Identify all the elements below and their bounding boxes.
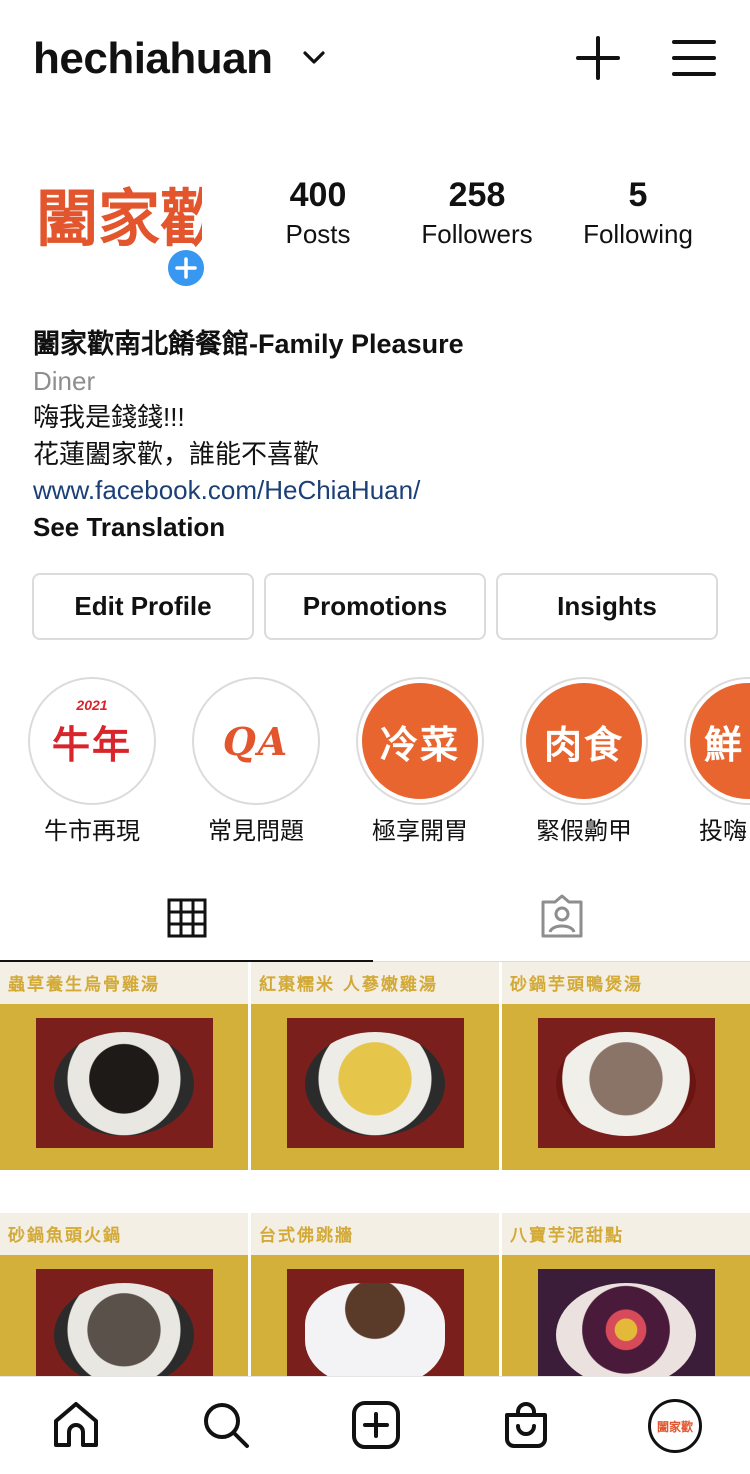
followers-count[interactable]: 258 Followers [412,176,542,250]
highlight-item[interactable]: 鮮 投嗨 [683,677,750,846]
post-caption: 蟲草養生烏骨雞湯 [8,975,160,995]
post-photo [287,1018,464,1148]
highlight-title: 常見問題 [208,818,304,845]
highlight-ring: QA [192,677,320,805]
bio-line: 花蓮闔家歡，誰能不喜歡 [33,438,320,469]
highlight-item[interactable]: 冷菜 極享開胃 [355,677,485,846]
highlight-cover-text: 鮮 [704,721,745,767]
posts-label: Posts [285,219,351,249]
see-translation-link[interactable]: See Translation [33,509,723,546]
highlight-ring: 2021 牛年 [28,677,156,805]
highlight-item[interactable]: QA 常見問題 [191,677,321,846]
highlight-cover: 肉食 [526,683,642,799]
home-icon[interactable] [50,1399,102,1451]
highlight-cover-text: 肉食 [543,721,624,767]
post-tile[interactable]: 蟲草養生烏骨雞湯 [0,962,248,1170]
username-title[interactable]: hechiahuan [33,34,273,84]
tab-grid[interactable] [0,872,373,962]
search-icon[interactable] [200,1399,252,1451]
post-photo [36,1018,213,1148]
avatar-logo-text: 闔家歡 [36,182,202,255]
highlight-cover: QA [198,683,314,799]
followers-label: Followers [421,219,533,249]
post-caption: 八寶芋泥甜點 [510,1226,624,1246]
nav-avatar-text: 闔家歡 [656,1419,693,1434]
following-number: 5 [628,176,648,214]
highlight-cover: 鮮 [690,683,750,799]
post-photo [538,1018,715,1148]
edit-profile-button[interactable]: Edit Profile [32,573,254,640]
shop-icon[interactable] [500,1399,552,1451]
insights-button[interactable]: Insights [496,573,718,640]
highlight-ring: 鮮 [684,677,750,805]
post-caption: 砂鍋魚頭火鍋 [8,1226,122,1246]
highlight-ring: 冷菜 [356,677,484,805]
profile-tabs [0,872,750,962]
following-count[interactable]: 5 Following [574,176,702,250]
plus-icon [175,257,197,279]
highlight-ring: 肉食 [520,677,648,805]
posts-number: 400 [289,176,347,214]
new-post-icon[interactable] [350,1399,402,1451]
highlight-title: 投嗨 [699,818,747,845]
post-tile[interactable]: 紅棗糯米 人蔘嫩雞湯 [251,962,499,1170]
highlight-cover-text: 牛年 [51,721,132,767]
website-link[interactable]: www.facebook.com/HeChiaHuan/ [33,472,723,509]
highlight-cover-text: 冷菜 [379,721,460,767]
post-tile[interactable]: 砂鍋芋頭鴨煲湯 [502,962,750,1170]
category-label: Diner [33,365,96,396]
promotions-button[interactable]: Promotions [264,573,486,640]
display-name: 闔家歡南北餚餐館-Family Pleasure [33,329,464,359]
post-caption: 砂鍋芋頭鴨煲湯 [510,975,643,995]
chevron-down-icon[interactable] [300,44,328,72]
add-story-button[interactable] [164,246,208,290]
post-caption: 台式佛跳牆 [259,1226,354,1246]
post-caption: 紅棗糯米 人蔘嫩雞湯 [259,975,438,995]
top-bar: hechiahuan [0,0,750,118]
bio-line: 嗨我是錢錢!!! [33,402,185,432]
tab-tagged[interactable] [375,872,750,962]
posts-count[interactable]: 400 Posts [278,176,358,250]
highlight-cover-year: 2021 [76,697,108,713]
highlight-title: 極享開胃 [372,818,468,845]
profile-bio: 闔家歡南北餚餐館-Family Pleasure Diner 嗨我是錢錢!!! … [33,326,723,545]
highlight-cover: 2021 牛年 [34,683,150,799]
following-label: Following [583,219,693,249]
highlight-item[interactable]: 肉食 緊假齁甲 [519,677,649,846]
highlight-item[interactable]: 2021 牛年 牛市再現 [27,677,157,846]
profile-avatar[interactable]: 闔家歡 [648,1399,702,1453]
highlight-title: 緊假齁甲 [536,818,632,845]
grid-icon [167,898,207,938]
bottom-navigation: 闔家歡 [0,1376,750,1474]
highlight-cover: 冷菜 [362,683,478,799]
menu-icon[interactable] [672,38,716,78]
highlight-item-clipped[interactable]: 鮮 投嗨 [683,677,750,857]
tagged-icon [541,894,583,938]
followers-number: 258 [448,176,506,214]
highlight-title: 牛市再現 [44,818,140,845]
plus-icon[interactable] [576,36,620,80]
highlight-cover-text: QA [222,718,290,764]
